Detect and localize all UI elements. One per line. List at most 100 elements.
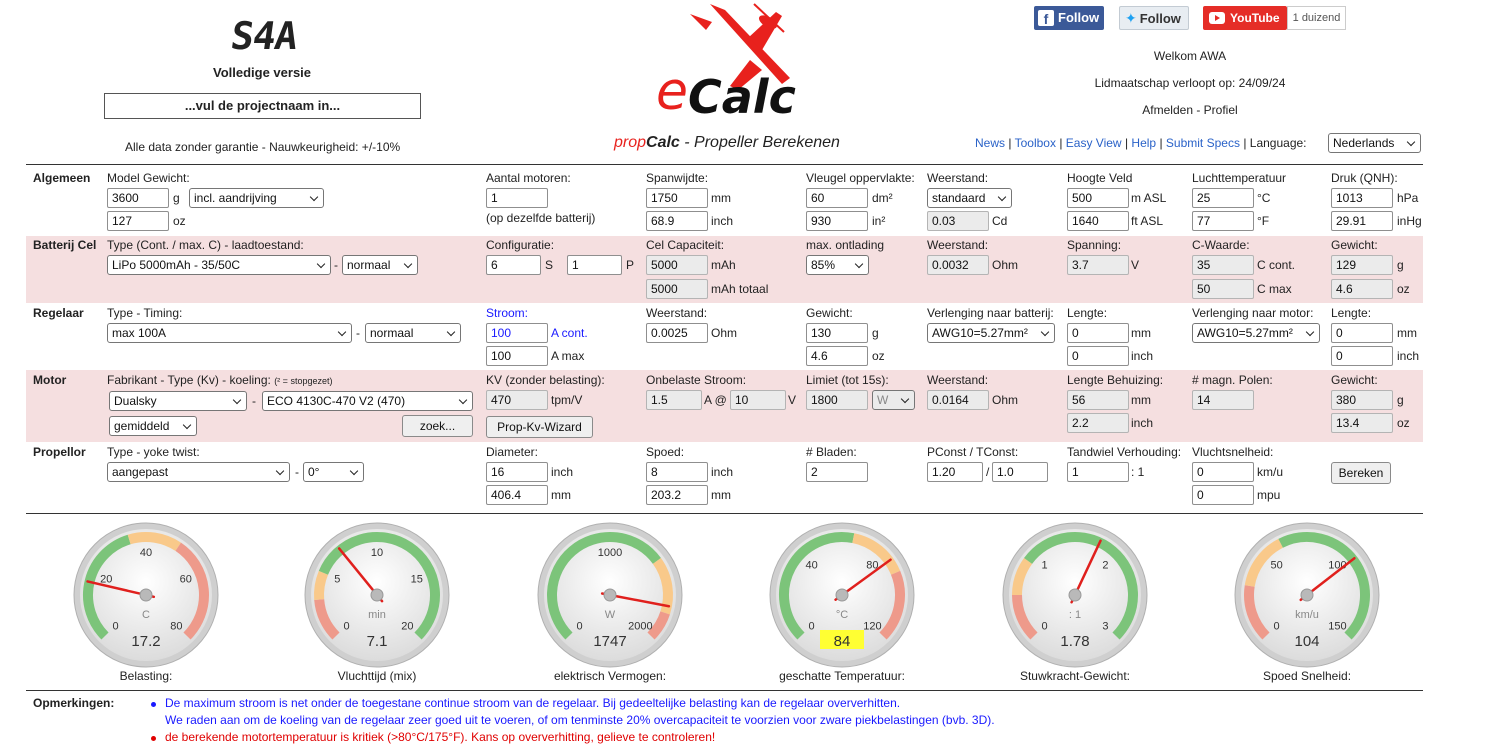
- calculate-button[interactable]: Bereken: [1331, 462, 1391, 484]
- motor-maker-select[interactable]: Dualsky: [109, 391, 247, 411]
- wing-in2-input[interactable]: [806, 211, 868, 231]
- gauge-caption: Vluchttijd (mix): [337, 669, 417, 683]
- gauge-dial: 0 1000 2000 W 1747: [537, 522, 683, 668]
- motor-cooling-select[interactable]: gemiddeld: [109, 416, 197, 436]
- air-temp-c-input[interactable]: [1192, 188, 1254, 208]
- weight-mode-select[interactable]: incl. aandrijving: [189, 188, 324, 208]
- language-select[interactable]: Nederlands: [1328, 133, 1421, 153]
- logout-link[interactable]: Afmelden: [1142, 103, 1193, 117]
- unit-inch: inch: [1397, 349, 1420, 363]
- noload-label: Onbelaste Stroom:: [646, 373, 747, 387]
- span-mm-input[interactable]: [646, 188, 708, 208]
- weight-g-input[interactable]: [107, 188, 169, 208]
- unit-s: S: [545, 258, 554, 272]
- pitch-inch-input[interactable]: [646, 462, 708, 482]
- gauge-tick-label: 50: [1270, 560, 1282, 572]
- config-parallel-input[interactable]: [567, 255, 622, 275]
- subtitle-prop: prop: [614, 134, 647, 151]
- ext-motor-select[interactable]: AWG10=5.27mm²: [1192, 323, 1320, 343]
- gear-suffix: : 1: [1131, 465, 1145, 479]
- gauge-tick-label: 1: [1042, 560, 1048, 572]
- elevation-m-input[interactable]: [1067, 188, 1129, 208]
- pressure-inhg-input[interactable]: [1331, 211, 1393, 231]
- unit-g: g: [1397, 258, 1404, 272]
- battery-charge-select[interactable]: normaal: [342, 255, 418, 275]
- elevation-ft-input[interactable]: [1067, 211, 1129, 231]
- gauge-tick-label: 0: [809, 620, 815, 632]
- air-temp-f-input[interactable]: [1192, 211, 1254, 231]
- nav-sep: |: [1059, 136, 1063, 150]
- pressure-hpa-input[interactable]: [1331, 188, 1393, 208]
- motor-weight-g-field: 380: [1331, 390, 1393, 410]
- gauge-dial: 050 100150km/u104: [1234, 522, 1380, 668]
- submit-specs-link[interactable]: Submit Specs: [1166, 136, 1240, 150]
- length2-inch-input[interactable]: [1331, 346, 1393, 366]
- gauge-tick-label: 0: [577, 620, 583, 632]
- motor-search-button[interactable]: zoek...: [402, 415, 473, 437]
- gauge-dial: 0 1 2 3: 1 1.78: [1002, 522, 1148, 668]
- diameter-inch-input[interactable]: [486, 462, 548, 482]
- easy-view-link[interactable]: Easy View: [1066, 136, 1122, 150]
- help-link[interactable]: Help: [1131, 136, 1156, 150]
- prop-twist-select[interactable]: 0°: [303, 462, 364, 482]
- gauge-hub: [370, 588, 384, 602]
- esc-cont-input[interactable]: [486, 323, 548, 343]
- diameter-mm-input[interactable]: [486, 485, 548, 505]
- motors-input[interactable]: [486, 188, 548, 208]
- prop-type-select[interactable]: aangepast: [107, 462, 290, 482]
- weight-oz-input[interactable]: [107, 211, 169, 231]
- project-name-input[interactable]: ...vul de projectnaam in...: [104, 93, 421, 119]
- remark-item: De maximum stroom is net onder de toeges…: [165, 696, 901, 710]
- unit-ftasl: ft ASL: [1131, 214, 1164, 228]
- disclaimer: Alle data zonder garantie - Nauwkeurighe…: [125, 140, 401, 154]
- length1-mm-input[interactable]: [1067, 323, 1129, 343]
- length1-inch-input[interactable]: [1067, 346, 1129, 366]
- facebook-follow-button[interactable]: f Follow: [1034, 6, 1104, 30]
- limit-unit-select[interactable]: W: [872, 390, 915, 410]
- length2-mm-input[interactable]: [1331, 323, 1393, 343]
- limit-field: 1800: [806, 390, 868, 410]
- pitch-mm-input[interactable]: [646, 485, 708, 505]
- unit-inch: inch: [551, 465, 574, 479]
- flight-speed-kmh-input[interactable]: [1192, 462, 1254, 482]
- unit-oz: oz: [1397, 282, 1410, 296]
- gauge-tick-label: 3: [1102, 620, 1108, 632]
- esc-weight-g-input[interactable]: [806, 323, 868, 343]
- twitter-follow-button[interactable]: ✦ Follow: [1119, 6, 1189, 30]
- pconst-input[interactable]: [927, 462, 983, 482]
- ext-battery-label: Verlenging naar batterij:: [927, 306, 1054, 320]
- esc-max-input[interactable]: [486, 346, 548, 366]
- esc-resistance-input[interactable]: [646, 323, 708, 343]
- config-series-input[interactable]: [486, 255, 541, 275]
- esc-type-select[interactable]: max 100A: [107, 323, 352, 343]
- drag-mode-select[interactable]: standaard: [927, 188, 1012, 208]
- flight-speed-mph-input[interactable]: [1192, 485, 1254, 505]
- unit-mph: mpu: [1257, 488, 1281, 502]
- profile-link[interactable]: Profiel: [1204, 103, 1238, 117]
- ext-battery-select[interactable]: AWG10=5.27mm²: [927, 323, 1055, 343]
- youtube-button[interactable]: YouTube: [1203, 6, 1287, 30]
- span-inch-input[interactable]: [646, 211, 708, 231]
- wing-dm2-input[interactable]: [806, 188, 868, 208]
- gauge-tick-label: 40: [140, 547, 152, 559]
- esc-weight-oz-input[interactable]: [806, 346, 868, 366]
- unit-a-at: A @: [704, 393, 727, 407]
- wing-label: Vleugel oppervlakte:: [806, 171, 915, 185]
- news-link[interactable]: News: [975, 136, 1005, 150]
- discharge-select[interactable]: 85%: [806, 255, 869, 275]
- gauge-caption: Belasting:: [119, 669, 173, 683]
- tconst-input[interactable]: [992, 462, 1048, 482]
- esc-timing-select[interactable]: normaal: [365, 323, 461, 343]
- motor-model-select[interactable]: ECO 4130C-470 V2 (470): [262, 391, 473, 411]
- gear-input[interactable]: [1067, 462, 1129, 482]
- c-cont-field: 35: [1192, 255, 1254, 275]
- gauge-tick-label: 1000: [598, 547, 622, 559]
- gauge-caption: elektrisch Vermogen:: [553, 669, 667, 683]
- blades-input[interactable]: [806, 462, 868, 482]
- prop-kv-wizard-button[interactable]: Prop-Kv-Wizard: [486, 416, 593, 438]
- battery-type-select[interactable]: LiPo 5000mAh - 35/50C: [107, 255, 331, 275]
- gauge-hub: [1068, 588, 1082, 602]
- version-label: Volledige versie: [212, 65, 312, 80]
- toolbox-link[interactable]: Toolbox: [1015, 136, 1056, 150]
- nav-sep: |: [1008, 136, 1012, 150]
